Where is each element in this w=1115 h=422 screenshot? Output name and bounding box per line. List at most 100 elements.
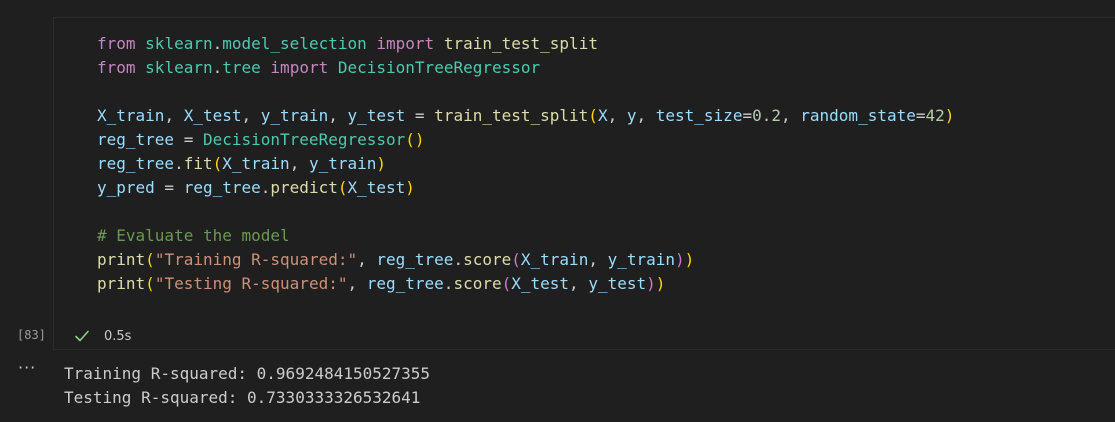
code-token: , [588, 250, 608, 269]
cell-output: Training R-squared: 0.9692484150527355 Te… [64, 362, 430, 410]
code-token: X [597, 106, 608, 125]
code-token: reg_tree [376, 250, 454, 269]
code-line: X_train, X_test, y_train, y_test = train… [97, 104, 954, 128]
code-token: ( [588, 106, 598, 125]
checkmark-icon [75, 330, 89, 342]
code-line: # Evaluate the model [97, 224, 954, 248]
code-token: model_selection [222, 34, 367, 53]
code-token: ( [212, 154, 223, 173]
code-token: reg_tree [97, 130, 175, 149]
code-token: . [453, 250, 464, 269]
code-editor[interactable]: from sklearn. model_selection import trai… [54, 18, 1115, 322]
code-token: X_test [511, 274, 570, 293]
code-token: ( [501, 274, 512, 293]
code-token: = [915, 106, 926, 125]
code-token: , [569, 274, 589, 293]
code-token: X_test [347, 178, 406, 197]
output-line: Testing R-squared: 0.7330333326532641 [64, 388, 421, 407]
code-token: sklearn [145, 58, 213, 77]
code-token: print [97, 250, 146, 269]
code-token: ) [684, 250, 695, 269]
code-token: . [212, 58, 223, 77]
code-area[interactable]: from sklearn. model_selection import trai… [97, 32, 954, 296]
code-token: , [241, 106, 261, 125]
code-token: y_train [308, 154, 377, 173]
code-token: ) [675, 250, 685, 269]
code-token: DecisionTreeRegressor [202, 130, 406, 149]
code-line: print("Testing R-squared:", reg_tree.sco… [97, 272, 954, 296]
code-token: ) [655, 274, 666, 293]
code-token: . [260, 178, 271, 197]
code-token: reg_tree [366, 274, 444, 293]
code-token: ( [511, 250, 521, 269]
code-token: predict [270, 178, 338, 197]
code-token: DecisionTreeRegressor [337, 58, 541, 77]
code-token: , [781, 106, 801, 125]
code-token: () [405, 130, 425, 149]
code-token: "Testing R-squared:" [154, 274, 348, 293]
output-actions-button[interactable]: ··· [18, 358, 36, 377]
code-token: ( [145, 274, 155, 293]
code-token: from [97, 34, 136, 53]
execution-count: [83] [17, 328, 46, 342]
code-token: y_test [347, 106, 406, 125]
code-token: . [443, 274, 454, 293]
code-token: , [289, 154, 309, 173]
code-cell[interactable]: from sklearn. model_selection import trai… [53, 17, 1115, 350]
code-token: fit [183, 154, 213, 173]
code-token: , [347, 274, 367, 293]
code-token: y_pred [97, 178, 155, 197]
code-token: , [164, 106, 184, 125]
code-line: print("Training R-squared:", reg_tree.sc… [97, 248, 954, 272]
code-token: train_test_split [443, 34, 598, 53]
code-token: X_train [97, 106, 165, 125]
code-token: . [174, 154, 184, 173]
code-token: random_state [800, 106, 916, 125]
output-line: Training R-squared: 0.9692484150527355 [64, 364, 431, 383]
code-token: = [174, 130, 203, 149]
code-line: y_pred = reg_tree.predict(X_test) [97, 176, 954, 200]
code-token: score [463, 250, 512, 269]
code-token: tree [222, 58, 261, 77]
code-line: from sklearn.tree import DecisionTreeReg… [97, 56, 954, 80]
code-token: ) [376, 154, 387, 173]
code-token: X_train [520, 250, 589, 269]
code-token: score [453, 274, 502, 293]
code-token: y_train [607, 250, 676, 269]
execution-duration: 0.5s [104, 328, 132, 344]
code-token: sklearn [145, 34, 213, 53]
code-token: = [405, 106, 435, 125]
code-token: , [607, 106, 627, 125]
code-line: reg_tree.fit(X_train, y_train) [97, 152, 954, 176]
code-token: 42 [925, 106, 945, 125]
code-line: reg_tree = DecisionTreeRegressor() [97, 128, 954, 152]
code-token: train_test_split [434, 106, 589, 125]
execution-status: 0.5s [74, 325, 131, 347]
code-token: y_train [260, 106, 329, 125]
code-token: reg_tree [97, 154, 175, 173]
code-token: reg_tree [183, 178, 261, 197]
code-line: from sklearn.model_selection import trai… [97, 32, 954, 56]
code-token: ( [145, 250, 155, 269]
code-token: 0.2 [752, 106, 781, 125]
code-token: X_test [183, 106, 242, 125]
code-token: import [270, 58, 329, 77]
code-token: print [97, 274, 146, 293]
code-token: "Training R-squared:" [154, 250, 358, 269]
code-token: , [328, 106, 348, 125]
code-token: # Evaluate the model [97, 226, 290, 245]
code-token: import [376, 34, 435, 53]
code-token: , [636, 106, 656, 125]
code-token: from [97, 58, 136, 77]
notebook: from sklearn. model_selection import trai… [0, 0, 1115, 422]
code-token: ) [944, 106, 955, 125]
code-token: y_test [588, 274, 647, 293]
